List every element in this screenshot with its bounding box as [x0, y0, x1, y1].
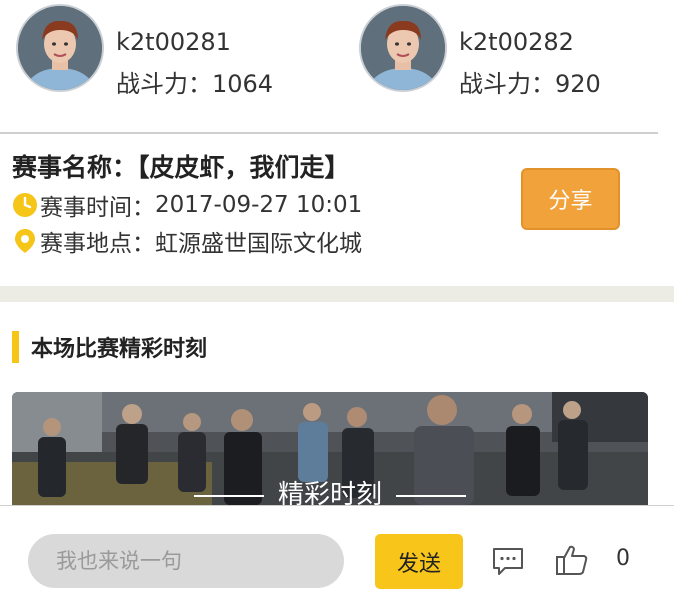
player-power: 战斗力：920 [459, 64, 601, 99]
like-count: 0 [616, 546, 630, 571]
comment-icon[interactable] [491, 544, 525, 578]
match-time-label: 赛事时间： [40, 195, 155, 221]
comment-bar: 发送 0 [0, 506, 674, 614]
match-time-value: 2017-09-27 10:01 [155, 192, 363, 218]
section-separator [0, 286, 674, 302]
power-value: 1064 [212, 70, 274, 98]
section-title: 本场比赛精彩时刻 [31, 337, 208, 362]
thumbs-up-icon[interactable] [554, 542, 590, 578]
power-label: 战斗力： [459, 70, 555, 98]
player-power: 战斗力：1064 [116, 64, 273, 99]
match-time-row: 赛事时间： 2017-09-27 10:01 [12, 188, 362, 222]
share-button[interactable]: 分享 [521, 168, 620, 230]
power-label: 战斗力： [116, 70, 212, 98]
players-header: k2t00281 战斗力：1064 k2t00282 战斗力：920 [0, 0, 674, 132]
avatar-image [18, 6, 102, 90]
clock-icon [12, 192, 38, 218]
caption-line-left [193, 494, 264, 497]
power-value: 920 [555, 70, 601, 98]
avatar-image [361, 6, 445, 90]
caption-text: 精彩时刻 [277, 480, 382, 505]
match-title: 赛事名称：【皮皮虾，我们走】 [12, 153, 350, 182]
match-place-row: 赛事地点： 虹源盛世国际文化城 [12, 224, 362, 258]
location-pin-icon [12, 228, 38, 254]
avatar[interactable] [16, 4, 104, 92]
match-place-label: 赛事地点： [40, 231, 155, 257]
comment-input[interactable] [28, 534, 344, 588]
match-place-value: 虹源盛世国际文化城 [155, 231, 362, 257]
player-name: k2t00281 [116, 28, 231, 56]
send-button[interactable]: 发送 [375, 534, 463, 589]
highlights-header: 本场比赛精彩时刻 [12, 330, 207, 364]
avatar[interactable] [359, 4, 447, 92]
photo-caption: 精彩时刻 [12, 474, 648, 505]
section-accent-bar [12, 331, 19, 363]
player-name: k2t00282 [459, 28, 574, 56]
match-info: 赛事名称：【皮皮虾，我们走】 赛事时间： 2017-09-27 10:01 赛事地… [0, 134, 674, 286]
caption-line-right [396, 494, 466, 497]
highlights-photo[interactable]: 精彩时刻 [12, 392, 648, 505]
